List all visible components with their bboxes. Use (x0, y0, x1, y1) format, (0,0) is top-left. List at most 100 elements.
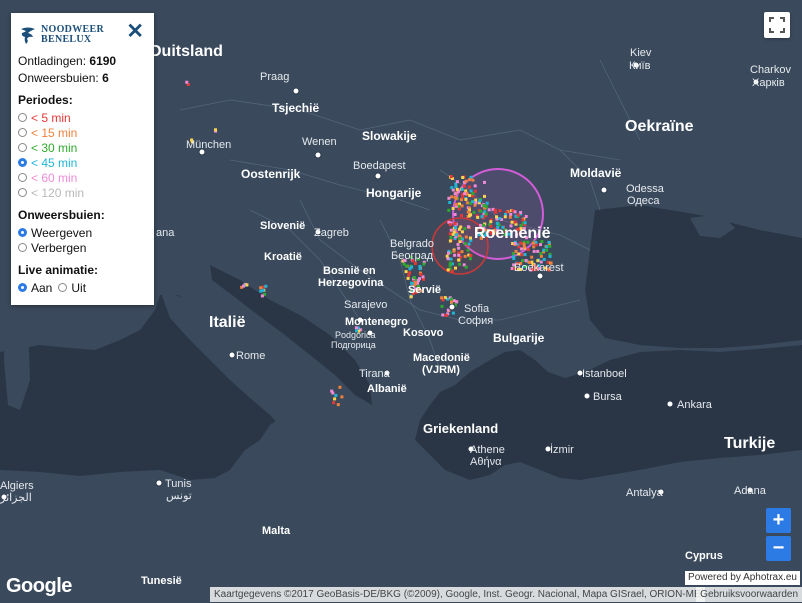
period-option[interactable]: < 45 min (18, 155, 147, 170)
hide-storms-radio[interactable] (18, 243, 27, 252)
lightning-strike (516, 213, 520, 217)
label-city: Kiev (630, 47, 652, 59)
lightning-strike (503, 215, 507, 219)
lightning-strike (463, 254, 467, 258)
label-country: Roemenië (474, 225, 551, 242)
lightning-strike (417, 279, 420, 282)
lightning-strike (448, 261, 452, 265)
label-country: (VJRM) (422, 364, 460, 376)
hide-storms-option[interactable]: Verbergen (18, 240, 147, 255)
period-label: < 45 min (31, 155, 78, 170)
lightning-strike (332, 401, 336, 405)
label-country: Servië (408, 284, 441, 296)
lightning-strike (456, 242, 460, 246)
lightning-strike (542, 248, 546, 252)
label-city: Bursa (593, 391, 623, 403)
label-city: الجزائر (0, 492, 32, 504)
label-city: София (458, 315, 493, 327)
zoom-out-button[interactable]: − (766, 536, 791, 561)
period-radio[interactable] (18, 143, 27, 152)
period-radio[interactable] (18, 113, 27, 122)
period-option[interactable]: < 120 min (18, 185, 147, 200)
lightning-strike (468, 178, 472, 182)
google-logo[interactable]: Google (6, 575, 72, 598)
lightning-strike (510, 220, 514, 224)
lightning-strike (460, 250, 464, 254)
lightning-strike (513, 220, 517, 224)
lightning-strike (447, 251, 450, 255)
label-country: Hongarije (366, 186, 422, 200)
lightning-strike (259, 289, 263, 293)
period-option[interactable]: < 15 min (18, 125, 147, 140)
lightning-strike (402, 262, 406, 266)
lightning-strike (460, 204, 464, 208)
lightning-strike (493, 208, 497, 212)
lightning-strike (483, 194, 486, 198)
lightning-strike (458, 262, 462, 266)
animation-off-radio[interactable] (58, 283, 68, 292)
live-animation-options: Aan Uit (18, 280, 147, 295)
period-option[interactable]: < 60 min (18, 170, 147, 185)
lightning-strike (451, 311, 455, 315)
lightning-strike (334, 393, 338, 397)
terms-link[interactable]: Gebruiksvoorwaarden (696, 587, 802, 602)
animation-on-radio[interactable] (18, 283, 27, 292)
lightning-strike (472, 210, 476, 214)
lightning-strike (458, 236, 462, 240)
label-country: Duitsland (150, 43, 223, 60)
animation-off-label: Uit (71, 280, 87, 295)
fullscreen-icon (769, 17, 785, 33)
lightning-strike (530, 255, 534, 259)
powered-by-link[interactable]: Powered by Aphotrax.eu (685, 571, 800, 585)
lightning-strike (445, 254, 449, 258)
map-attribution: Kaartgegevens ©2017 GeoBasis-DE/BKG (©20… (210, 587, 705, 602)
lightning-strike (455, 300, 459, 304)
lightning-strike (522, 245, 526, 249)
lightning-strike (454, 202, 458, 206)
lightning-strike (471, 200, 475, 204)
show-storms-radio[interactable] (18, 228, 27, 237)
label-city: Odessa (626, 183, 665, 195)
lightning-strike (523, 253, 527, 256)
period-option[interactable]: < 5 min (18, 110, 147, 125)
period-label: < 120 min (31, 185, 85, 200)
lightning-strike (489, 220, 493, 224)
zoom-in-button[interactable]: + (766, 508, 791, 533)
period-label: < 30 min (31, 140, 78, 155)
lightning-strike (264, 284, 268, 288)
period-option[interactable]: < 30 min (18, 140, 147, 155)
lightning-strike (463, 227, 467, 231)
lightning-strike (457, 258, 461, 262)
lightning-strike (464, 197, 468, 201)
lightning-strike (522, 242, 526, 246)
lightning-strike (524, 215, 528, 218)
period-radio[interactable] (18, 128, 27, 137)
lightning-strike (474, 201, 478, 205)
lightning-strike (331, 391, 335, 395)
lightning-strike (539, 243, 542, 247)
lightning-strike (468, 257, 472, 261)
label-city: Αθήνα (470, 456, 502, 468)
lightning-strike (447, 196, 451, 200)
close-icon[interactable]: ✕ (126, 21, 144, 42)
lightning-strike (513, 242, 517, 245)
lightning-strike (450, 297, 454, 301)
fullscreen-button[interactable] (764, 12, 790, 38)
label-city: ana (156, 227, 175, 239)
label-country: Turkije (724, 435, 775, 452)
lightning-strike (478, 199, 482, 203)
lightning-strike (469, 236, 472, 240)
lightning-strike (455, 187, 459, 191)
show-storms-option[interactable]: Weergeven (18, 225, 147, 240)
period-radio[interactable] (18, 173, 27, 182)
label-city: Malta (262, 525, 291, 537)
lightning-strike (485, 201, 489, 205)
lightning-strike (440, 296, 444, 300)
period-radio[interactable] (18, 158, 27, 167)
label-country: Italië (209, 314, 246, 331)
period-radio[interactable] (18, 188, 27, 197)
label-city: Algiers (0, 480, 34, 492)
lightning-strike (532, 241, 536, 245)
lightning-strike (410, 265, 414, 269)
lightning-strike (466, 248, 470, 252)
